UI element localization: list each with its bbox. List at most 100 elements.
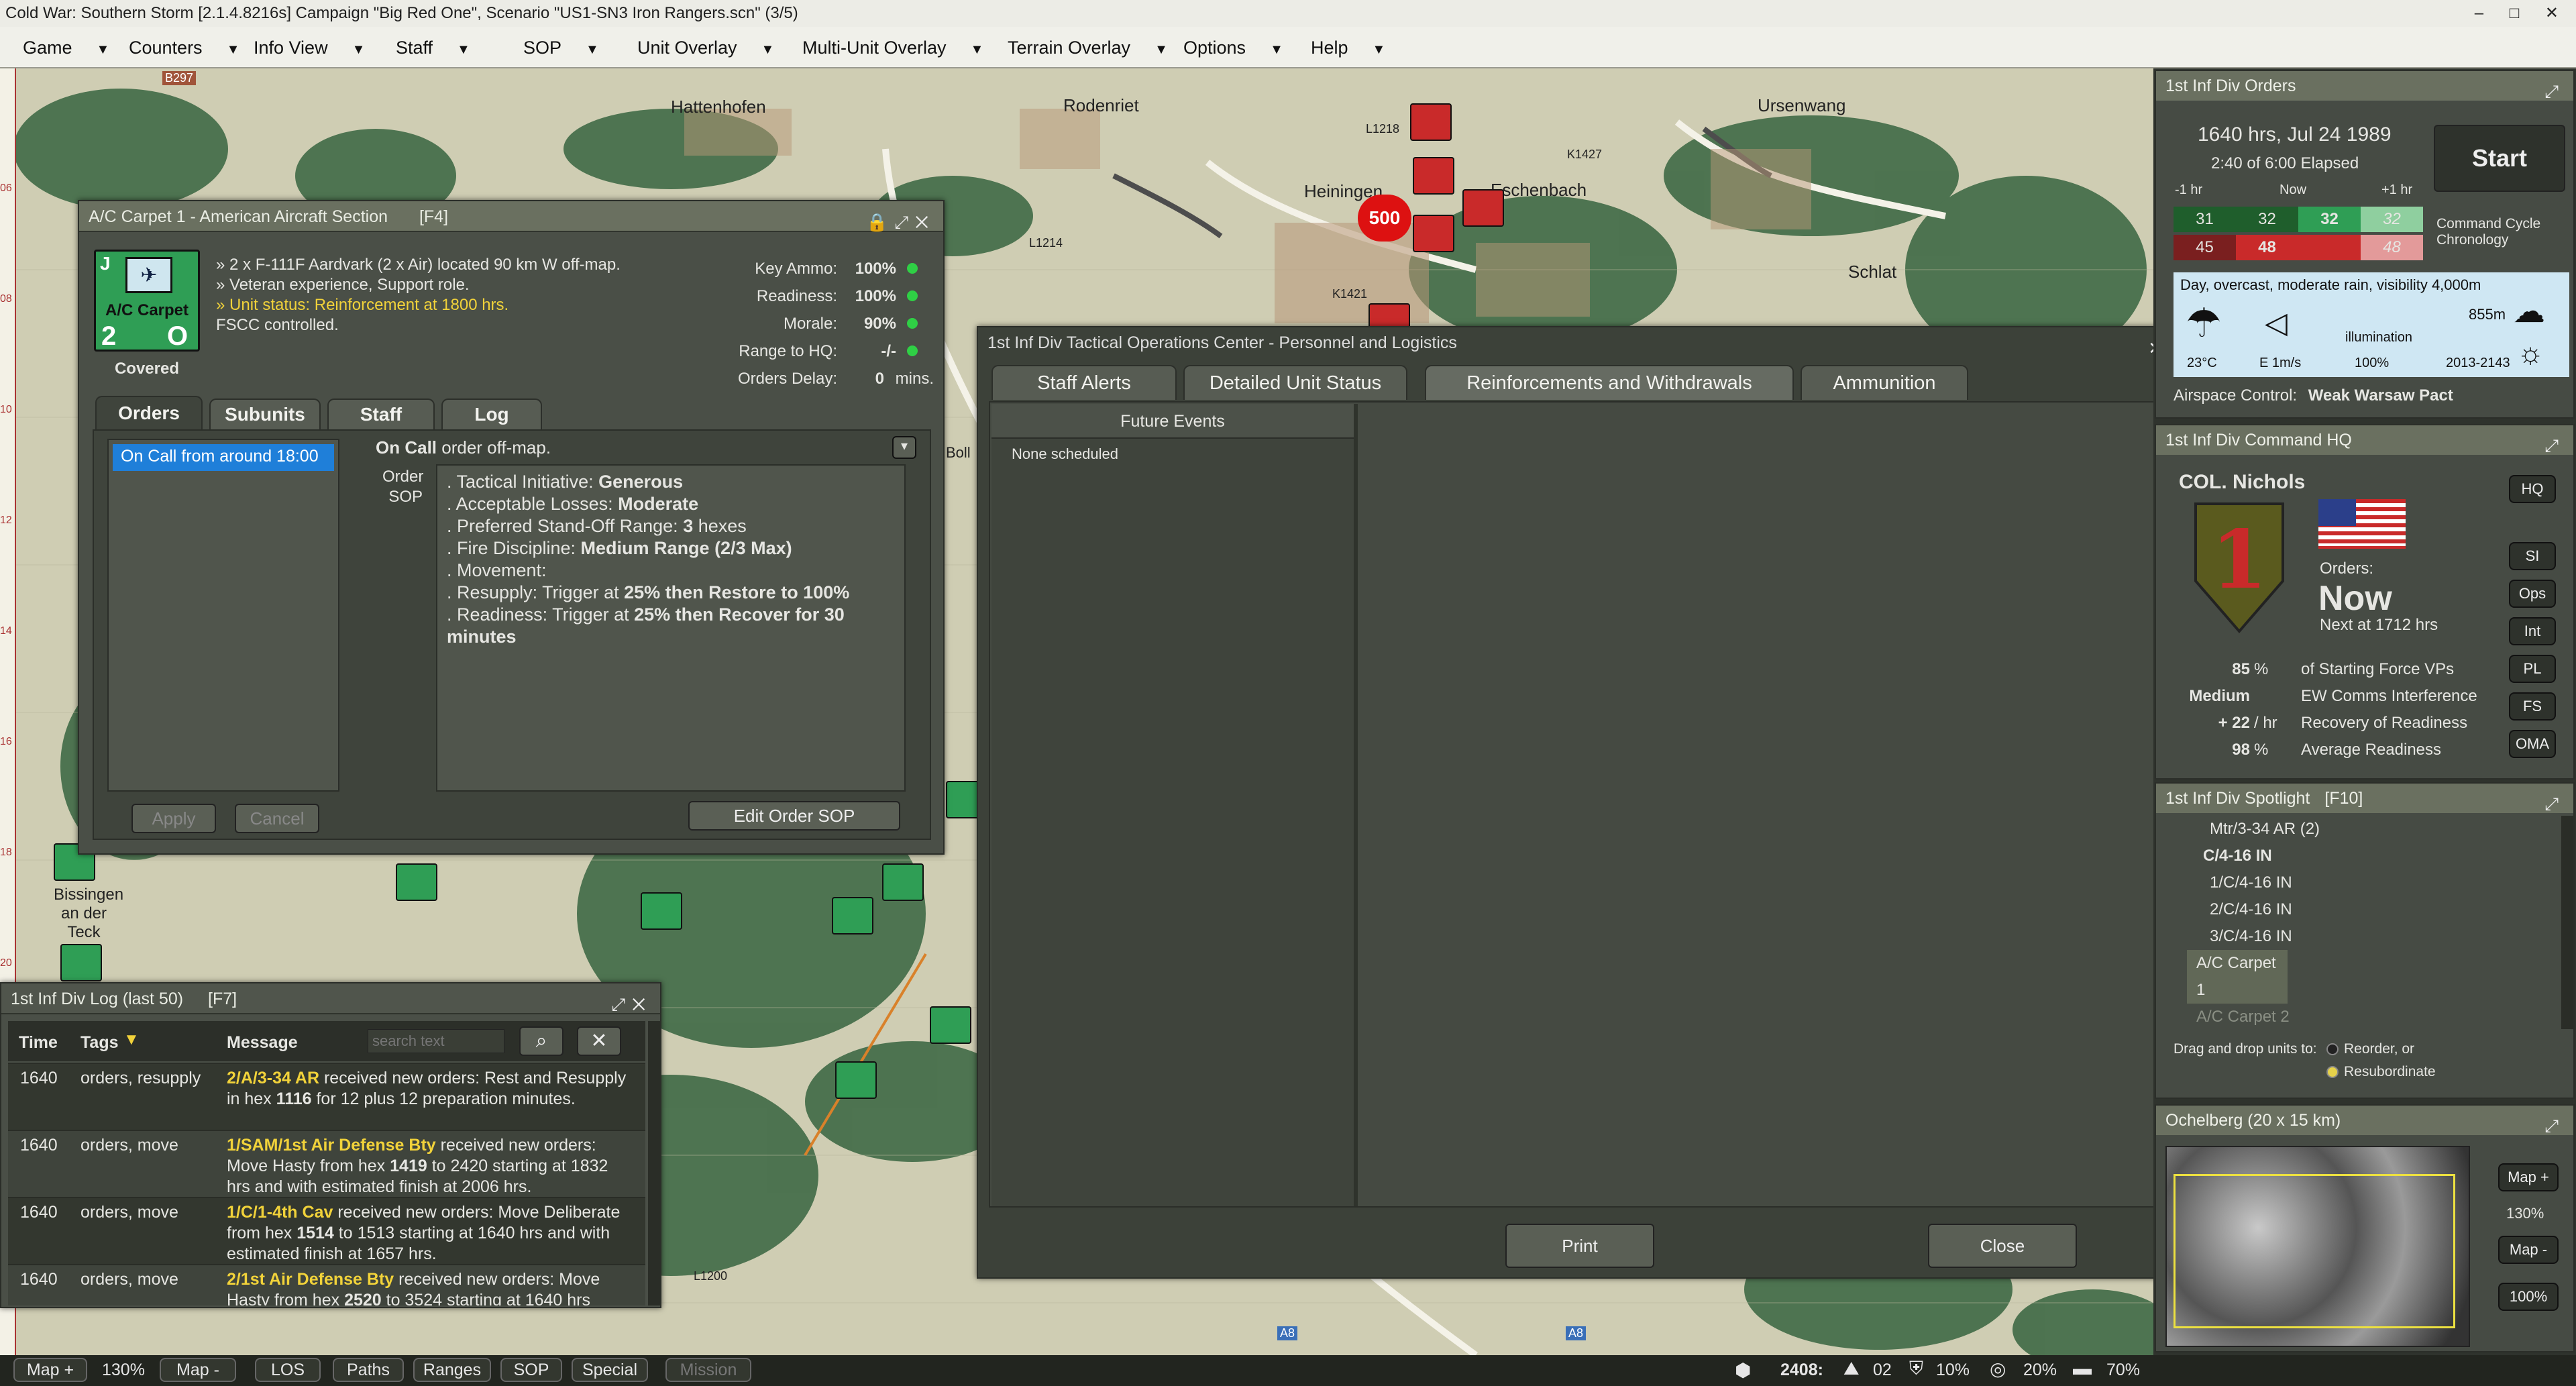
- menu-options[interactable]: Options ▼: [1183, 38, 1283, 58]
- log-row[interactable]: 1640 orders, move 2/1st Air Defense Bty …: [8, 1264, 645, 1305]
- resubordinate-option[interactable]: Resubordinate: [2326, 1064, 2436, 1080]
- clear-search-icon[interactable]: ✕: [577, 1026, 621, 1056]
- enemy-unit-counter[interactable]: [1410, 103, 1452, 141]
- spotlight-item[interactable]: 2/C/4-16 IN: [2156, 896, 2559, 923]
- menu-terrain-overlay[interactable]: Terrain Overlay ▼: [1008, 38, 1168, 58]
- tab-log[interactable]: Log: [441, 398, 542, 429]
- log-row[interactable]: 1640 orders, resupply 2/A/3-34 AR receiv…: [8, 1063, 645, 1130]
- spotlight-item[interactable]: 1/C/4-16 IN: [2156, 869, 2559, 896]
- print-button[interactable]: Print: [1505, 1224, 1654, 1268]
- spotlight-list[interactable]: Mtr/3-34 AR (2) C/4-16 IN 1/C/4-16 IN 2/…: [2156, 816, 2559, 1030]
- log-row[interactable]: 1640 orders, move 1/C/1-4th Cav received…: [8, 1197, 645, 1264]
- map-zoom-out-button[interactable]: Map -: [160, 1358, 236, 1382]
- search-icon[interactable]: ⌕: [519, 1026, 564, 1056]
- friendly-unit-counter[interactable]: [396, 863, 437, 901]
- menu-game[interactable]: Game ▼: [23, 38, 109, 58]
- apply-button[interactable]: Apply: [131, 804, 216, 833]
- enemy-unit-counter[interactable]: [1462, 189, 1504, 227]
- map-zoom-in-button[interactable]: Map +: [13, 1358, 87, 1382]
- col-tags[interactable]: Tags: [80, 1033, 119, 1053]
- spotlight-item[interactable]: Mtr/3-34 AR (2): [2156, 816, 2559, 843]
- friendly-unit-counter[interactable]: [835, 1061, 877, 1099]
- sop-button[interactable]: SOP: [500, 1358, 562, 1382]
- menu-counters[interactable]: Counters ▼: [129, 38, 239, 58]
- menu-unit-overlay[interactable]: Unit Overlay ▼: [637, 38, 774, 58]
- log-window-header[interactable]: 1st Inf Div Log (last 50) [F7] ⤢✕: [1, 983, 660, 1014]
- menu-staff[interactable]: Staff ▼: [396, 38, 470, 58]
- cancel-button[interactable]: Cancel: [235, 804, 319, 833]
- tab-orders[interactable]: Orders: [95, 396, 203, 429]
- mission-button[interactable]: Mission: [665, 1358, 751, 1382]
- menu-help[interactable]: Help ▼: [1311, 38, 1385, 58]
- edit-order-sop-button[interactable]: Edit Order SOP: [688, 801, 900, 831]
- minimap-percent-button[interactable]: 100%: [2498, 1283, 2559, 1311]
- minimap-viewport[interactable]: [2174, 1174, 2455, 1328]
- filter-icon[interactable]: ▼: [123, 1030, 140, 1049]
- objective-marker[interactable]: 500: [1358, 195, 1411, 242]
- enemy-unit-counter[interactable]: [1413, 215, 1454, 252]
- toc-window-header[interactable]: 1st Inf Div Tactical Operations Center -…: [978, 327, 2178, 358]
- lock-icon[interactable]: 🔒: [866, 212, 894, 232]
- spotlight-header[interactable]: 1st Inf Div Spotlight [F10] ⤢: [2156, 784, 2573, 814]
- minimap[interactable]: [2165, 1146, 2470, 1347]
- ops-button[interactable]: Ops: [2509, 580, 2556, 608]
- tab-reinforcements-withdrawals[interactable]: Reinforcements and Withdrawals: [1425, 365, 1794, 400]
- spotlight-scrollbar[interactable]: [2561, 816, 2573, 1029]
- unit-window-header[interactable]: A/C Carpet 1 - American Aircraft Section…: [79, 201, 943, 232]
- close-icon[interactable]: ✕: [915, 212, 935, 232]
- tab-staff-alerts[interactable]: Staff Alerts: [991, 365, 1177, 400]
- expand-icon[interactable]: ⤢: [2544, 1111, 2565, 1140]
- ranges-button[interactable]: Ranges: [413, 1358, 491, 1382]
- spotlight-item[interactable]: C/4-16 IN: [2156, 843, 2559, 869]
- close-button[interactable]: Close: [1928, 1224, 2077, 1268]
- close-icon[interactable]: ✕: [632, 994, 652, 1014]
- col-time[interactable]: Time: [19, 1033, 58, 1053]
- hq-panel-header[interactable]: 1st Inf Div Command HQ ⤢: [2156, 425, 2573, 456]
- expand-icon[interactable]: ⤢: [894, 212, 915, 232]
- int-button[interactable]: Int: [2509, 617, 2556, 645]
- pl-button[interactable]: PL: [2509, 655, 2556, 683]
- friendly-unit-counter[interactable]: [930, 1006, 971, 1044]
- tab-subunits[interactable]: Subunits: [209, 398, 321, 429]
- fs-button[interactable]: FS: [2509, 692, 2556, 721]
- menu-sop[interactable]: SOP ▼: [523, 38, 599, 58]
- expand-icon[interactable]: ⤢: [2544, 789, 2565, 818]
- friendly-unit-counter[interactable]: [832, 897, 873, 935]
- tab-detailed-unit-status[interactable]: Detailed Unit Status: [1183, 365, 1407, 400]
- enemy-unit-counter[interactable]: [1413, 157, 1454, 195]
- paths-button[interactable]: Paths: [333, 1358, 404, 1382]
- log-row[interactable]: 1640 orders, move 1/SAM/1st Air Defense …: [8, 1130, 645, 1197]
- special-button[interactable]: Special: [572, 1358, 648, 1382]
- los-button[interactable]: LOS: [255, 1358, 321, 1382]
- spotlight-item-selected[interactable]: A/C Carpet 1: [2187, 950, 2288, 1004]
- tab-staff[interactable]: Staff: [327, 398, 435, 429]
- friendly-unit-counter[interactable]: [882, 863, 924, 901]
- minimap-header[interactable]: Ochelberg (20 x 15 km) ⤢: [2156, 1106, 2573, 1136]
- si-button[interactable]: SI: [2509, 542, 2556, 570]
- start-button[interactable]: Start: [2434, 125, 2565, 192]
- oma-button[interactable]: OMA: [2509, 730, 2556, 758]
- orders-list[interactable]: On Call from around 18:00: [107, 439, 339, 792]
- tab-ammunition[interactable]: Ammunition: [1801, 365, 1968, 400]
- expand-icon[interactable]: ⤢: [611, 994, 632, 1014]
- hq-button[interactable]: HQ: [2509, 475, 2556, 503]
- friendly-unit-counter[interactable]: [60, 944, 102, 981]
- log-search-input[interactable]: [368, 1029, 504, 1053]
- spotlight-item[interactable]: 3/C/4-16 IN: [2156, 923, 2559, 950]
- friendly-unit-counter[interactable]: [641, 892, 682, 930]
- menu-multi-unit-overlay[interactable]: Multi-Unit Overlay ▼: [802, 38, 983, 58]
- future-events-list[interactable]: Future Events None scheduled: [991, 404, 1358, 1206]
- reorder-option[interactable]: Reorder, or: [2326, 1041, 2414, 1057]
- minimap-zoom-in-button[interactable]: Map +: [2498, 1163, 2559, 1191]
- orders-panel-header[interactable]: 1st Inf Div Orders ⤢: [2156, 71, 2573, 101]
- spotlight-item[interactable]: A/C Carpet 2: [2156, 1004, 2559, 1030]
- chevron-down-icon[interactable]: ▾: [892, 436, 916, 459]
- expand-icon[interactable]: ⤢: [2544, 431, 2565, 460]
- unit-counter[interactable]: J ✈ A/C Carpet 2 O: [94, 250, 200, 352]
- window-controls[interactable]: – □ ✕: [2475, 0, 2569, 27]
- col-message[interactable]: Message: [227, 1033, 298, 1053]
- orders-list-item[interactable]: On Call from around 18:00: [113, 444, 334, 471]
- minimap-zoom-out-button[interactable]: Map -: [2498, 1236, 2559, 1264]
- log-scrollbar[interactable]: [648, 1021, 660, 1305]
- expand-icon[interactable]: ⤢: [2544, 76, 2565, 106]
